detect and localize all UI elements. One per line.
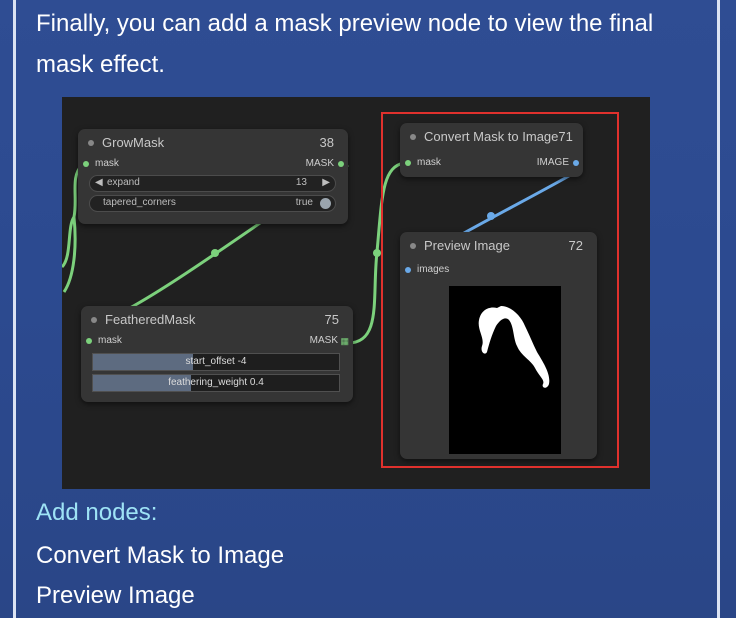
footer-item-preview: Preview Image — [36, 582, 195, 609]
output-label: MASK — [305, 158, 334, 169]
input-socket[interactable] — [86, 338, 92, 344]
start-offset-label: start_offset -4 — [185, 356, 247, 367]
feathering-weight-slider[interactable]: feathering_weight 0.4 — [92, 374, 340, 392]
output-socket[interactable] — [338, 161, 344, 167]
increment-arrow-icon[interactable]: ▶ — [322, 177, 330, 188]
input-label: mask — [98, 335, 122, 346]
decrement-arrow-icon[interactable]: ◀ — [95, 177, 103, 188]
node-title: FeatheredMask — [105, 312, 196, 327]
expand-value: 13 — [295, 177, 307, 188]
input-socket[interactable] — [83, 161, 89, 167]
tapered-label: tapered_corners — [103, 197, 176, 208]
input-label: mask — [95, 158, 119, 169]
tapered-value: true — [295, 197, 313, 208]
comfyui-screenshot: GrowMask 38 mask MASK ◀ expand 13 ▶ tape… — [62, 97, 650, 489]
featheredmask-node[interactable]: FeatheredMask 75 mask MASK ▦ start_offse… — [81, 306, 353, 402]
right-divider — [717, 0, 720, 618]
footer-item-convert: Convert Mask to Image — [36, 542, 285, 569]
expand-widget[interactable]: ◀ expand 13 ▶ — [89, 175, 336, 192]
link-growmask-to-feathered — [62, 216, 77, 293]
output-grid-icon[interactable]: ▦ — [340, 336, 349, 347]
intro-text: Finally, you can add a mask preview node… — [36, 10, 654, 78]
node-title: GrowMask — [102, 135, 165, 150]
expand-label: expand — [107, 177, 140, 188]
output-label: MASK — [309, 335, 338, 346]
growmask-node[interactable]: GrowMask 38 mask MASK ◀ expand 13 ▶ tape… — [78, 129, 348, 224]
node-id: 75 — [324, 312, 339, 327]
highlight-frame — [381, 112, 619, 468]
add-nodes-heading: Add nodes: — [36, 499, 158, 526]
tapered-corners-toggle[interactable]: tapered_corners true — [89, 195, 336, 212]
collapse-dot-icon[interactable] — [88, 140, 94, 146]
toggle-knob-icon — [320, 198, 331, 209]
node-id: 38 — [319, 135, 334, 150]
left-divider — [13, 0, 16, 618]
feathering-weight-label: feathering_weight 0.4 — [168, 377, 264, 388]
start-offset-slider[interactable]: start_offset -4 — [92, 353, 340, 371]
collapse-dot-icon[interactable] — [91, 317, 97, 323]
